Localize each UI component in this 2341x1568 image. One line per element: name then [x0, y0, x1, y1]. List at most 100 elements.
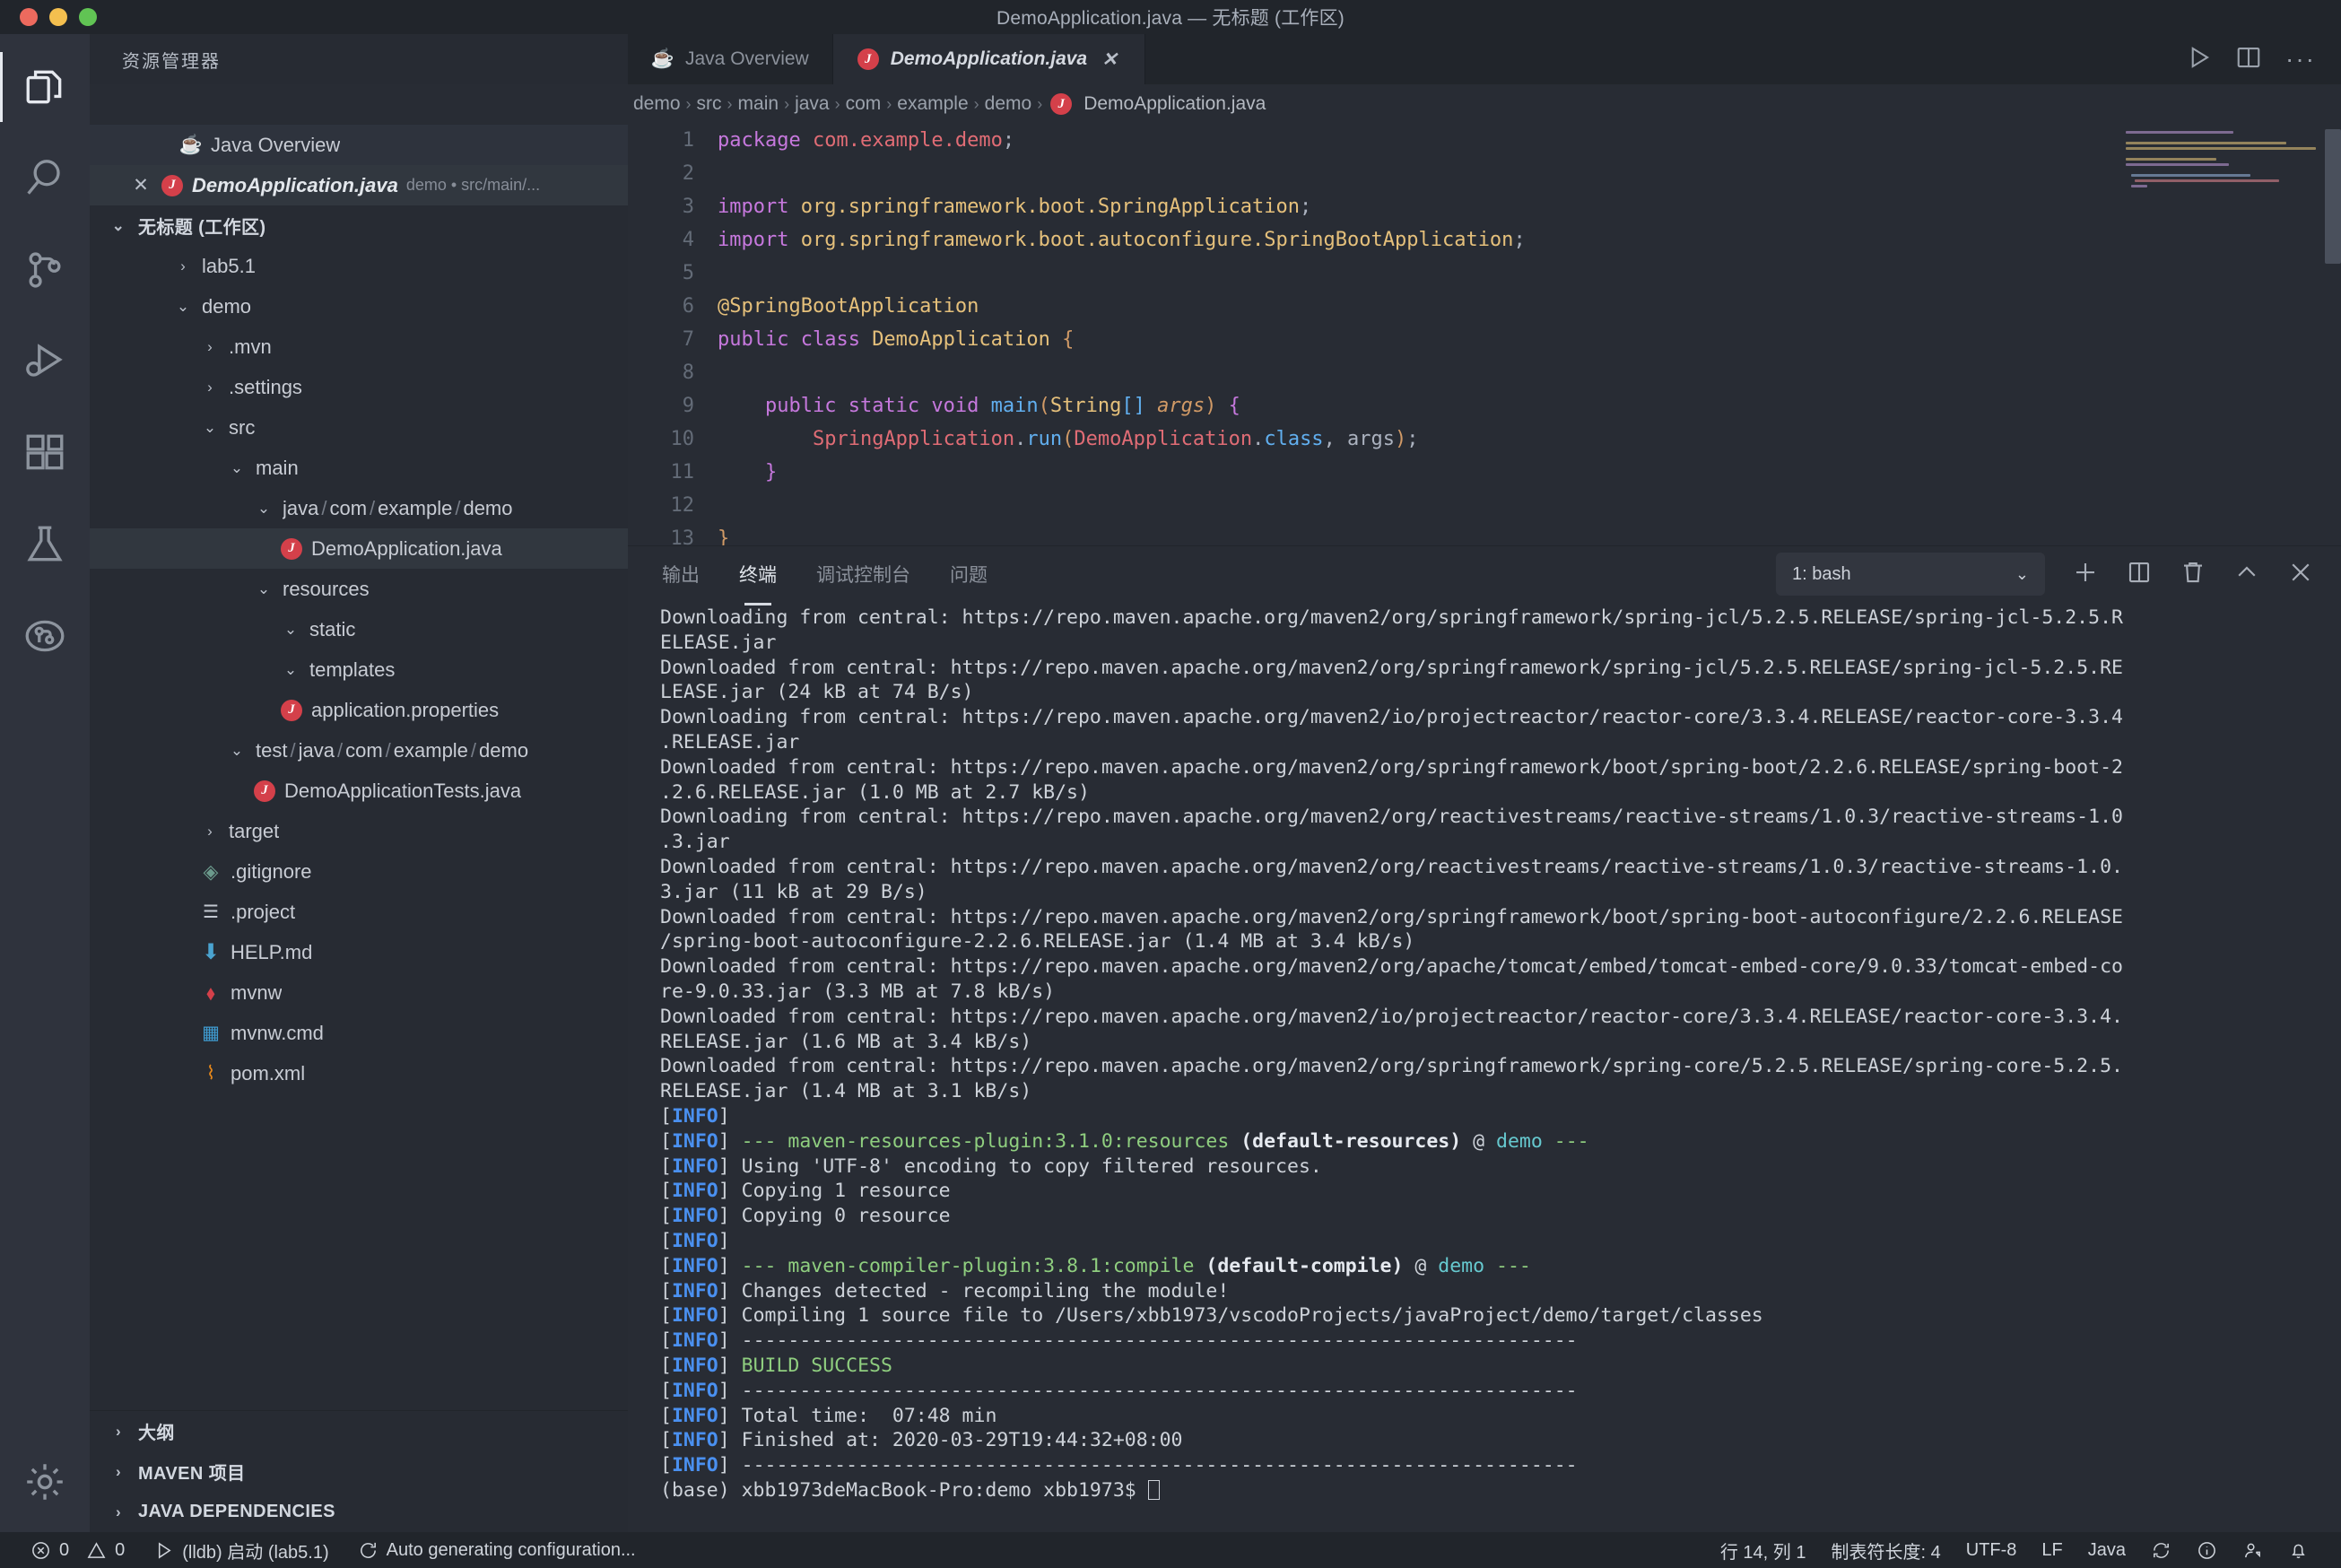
tree-file-row[interactable]: Japplication.properties [90, 690, 628, 730]
section-workspace[interactable]: ⌄ 无标题 (工作区) [90, 205, 628, 246]
maximize-panel-button[interactable] [2233, 559, 2260, 590]
terminal-select[interactable]: 1: bash ⌄ [1776, 553, 2045, 596]
tree-folder-row[interactable]: › target [90, 811, 628, 851]
close-icon[interactable]: ✕ [129, 174, 152, 196]
minimap[interactable] [2126, 131, 2332, 194]
tree-file-row[interactable]: ⬧ mvnw [90, 972, 628, 1013]
tree-folder-row[interactable]: ⌄ demo [90, 286, 628, 327]
indentation-status[interactable]: 制表符长度: 4 [1818, 1532, 1953, 1568]
info-status[interactable] [2184, 1532, 2230, 1568]
tree-folder-row[interactable]: ⌄ static [90, 609, 628, 649]
section-outline[interactable]: › 大纲 [90, 1411, 628, 1451]
account-status[interactable] [2230, 1532, 2276, 1568]
breadcrumb-item[interactable]: demo [628, 93, 686, 115]
code-line[interactable]: 6 @SpringBootApplication [628, 290, 2341, 323]
activity-search-icon[interactable] [0, 133, 90, 224]
activity-run-and-debug-icon[interactable] [0, 316, 90, 407]
tree-folder-row[interactable]: ⌄ resources [90, 569, 628, 609]
tree-item-label: .settings [229, 375, 302, 398]
launch-config-status[interactable]: (lldb) 启动 (lab5.1) [139, 1532, 343, 1568]
language-mode-status[interactable]: Java [2076, 1532, 2138, 1568]
tree-folder-row[interactable]: › lab5.1 [90, 246, 628, 286]
tree-file-row[interactable]: ▦ mvnw.cmd [90, 1013, 628, 1053]
tree-folder-row[interactable]: ⌄ main [90, 448, 628, 488]
run-button[interactable] [2185, 44, 2212, 75]
background-task-status[interactable]: Auto generating configuration... [344, 1532, 650, 1568]
kill-terminal-button[interactable] [2180, 559, 2206, 590]
minimize-window-button[interactable] [49, 8, 67, 26]
activity-source-control-icon[interactable] [0, 224, 90, 316]
activity-explorer-icon[interactable] [0, 41, 90, 133]
problems-status[interactable]: 0 0 [16, 1532, 139, 1568]
tree-folder-row[interactable]: ⌄ templates [90, 649, 628, 690]
code-line[interactable]: 5 [628, 257, 2341, 290]
breadcrumb-item[interactable]: demo [979, 93, 1038, 115]
editor-scrollbar[interactable] [2325, 129, 2341, 264]
close-panel-button[interactable] [2287, 559, 2314, 590]
tree-folder-row[interactable]: › .settings [90, 367, 628, 407]
tree-file-row[interactable]: ◈ .gitignore [90, 851, 628, 892]
code-line[interactable]: 13} [628, 522, 2341, 545]
tree-file-row[interactable]: ☰ .project [90, 892, 628, 932]
panel-tab-terminal[interactable]: 终端 [737, 553, 779, 605]
section-maven-projects[interactable]: › MAVEN 项目 [90, 1451, 628, 1492]
panel-tab-debug-console[interactable]: 调试控制台 [814, 553, 912, 595]
panel-tab-problems[interactable]: 问题 [948, 553, 989, 595]
code-line[interactable]: 1 package com.example.demo; [628, 124, 2341, 157]
tree-file-row[interactable]: J DemoApplicationTests.java [90, 771, 628, 811]
terminal-output[interactable]: Downloading from central: https://repo.m… [628, 602, 2341, 1532]
breadcrumb-item[interactable]: main [733, 93, 785, 115]
chevron-down-icon: ⌄ [203, 418, 217, 436]
breadcrumb-item[interactable]: example [892, 93, 973, 115]
code-content[interactable]: 1 package com.example.demo; 2 3 import org.s… [628, 124, 2341, 545]
code-line[interactable]: 7 public class DemoApplication { [628, 323, 2341, 356]
breadcrumb-file[interactable]: DemoApplication.java [1078, 93, 1271, 115]
section-java-dependencies[interactable]: › JAVA DEPENDENCIES [90, 1492, 628, 1532]
tree-folder-row[interactable]: › .mvn [90, 327, 628, 367]
encoding-status[interactable]: UTF-8 [1954, 1532, 2030, 1568]
tree-folder-row[interactable]: ⌄ src [90, 407, 628, 448]
tree-folder-row[interactable]: ⌄ java / com / example / demo [90, 488, 628, 528]
activity-java-projects-icon[interactable] [0, 590, 90, 682]
cursor-position-status[interactable]: 行 14, 列 1 [1708, 1532, 1819, 1568]
new-terminal-button[interactable] [2072, 559, 2099, 590]
tab-demoapplication-java[interactable]: J DemoApplication.java ✕ [832, 34, 1146, 84]
code-line[interactable]: 8 [628, 356, 2341, 389]
code-line[interactable]: 9 public static void main(String[] args)… [628, 389, 2341, 422]
open-editor-demoapplication[interactable]: ✕ J DemoApplication.java demo • src/main… [90, 165, 628, 205]
code-line[interactable]: 11 } [628, 456, 2341, 489]
sync-status[interactable] [2138, 1532, 2184, 1568]
close-window-button[interactable] [20, 8, 38, 26]
tree-file-row[interactable]: ⬇ HELP.md [90, 932, 628, 972]
line-code: public class DemoApplication { [718, 328, 1075, 351]
breadcrumb-item[interactable]: com [840, 93, 887, 115]
eol-status[interactable]: LF [2029, 1532, 2075, 1568]
maximize-window-button[interactable] [79, 8, 97, 26]
chevron-down-icon: ⌄ [283, 660, 298, 678]
tree-folder-row[interactable]: ⌄ test / java / com / example / demo [90, 730, 628, 771]
more-actions-button[interactable]: ··· [2285, 45, 2316, 74]
tab-java-overview[interactable]: ☕ Java Overview [628, 34, 833, 84]
tree-item-label: mvnw.cmd [231, 1021, 324, 1044]
activity-manage-gear-icon[interactable] [0, 1441, 90, 1532]
open-editor-java-overview[interactable]: ☕ Java Overview [90, 125, 628, 165]
code-editor[interactable]: 1 package com.example.demo; 2 3 import org.s… [628, 124, 2341, 545]
activity-testing-icon[interactable] [0, 499, 90, 590]
split-terminal-button[interactable] [2126, 559, 2153, 590]
close-icon[interactable]: ✕ [1098, 48, 1121, 71]
split-editor-button[interactable] [2235, 44, 2262, 75]
tree-file-row[interactable]: J DemoApplication.java [90, 528, 628, 569]
notifications-status[interactable] [2276, 1532, 2321, 1568]
window-controls[interactable] [0, 8, 97, 26]
code-line[interactable]: 10 SpringApplication.run(DemoApplication… [628, 422, 2341, 456]
code-line[interactable]: 12 [628, 489, 2341, 522]
code-line[interactable]: 2 [628, 157, 2341, 190]
activity-extensions-icon[interactable] [0, 407, 90, 499]
panel-tab-output[interactable]: 输出 [660, 553, 701, 595]
code-line[interactable]: 3 import org.springframework.boot.SpringA… [628, 190, 2341, 223]
breadcrumb-item[interactable]: src [692, 93, 727, 115]
tree-file-row[interactable]: ⌇ pom.xml [90, 1053, 628, 1093]
breadcrumb-item[interactable]: java [789, 93, 835, 115]
line-code: SpringApplication.run(DemoApplication.cl… [812, 428, 1419, 450]
code-line[interactable]: 4 import org.springframework.boot.autocon… [628, 223, 2341, 257]
